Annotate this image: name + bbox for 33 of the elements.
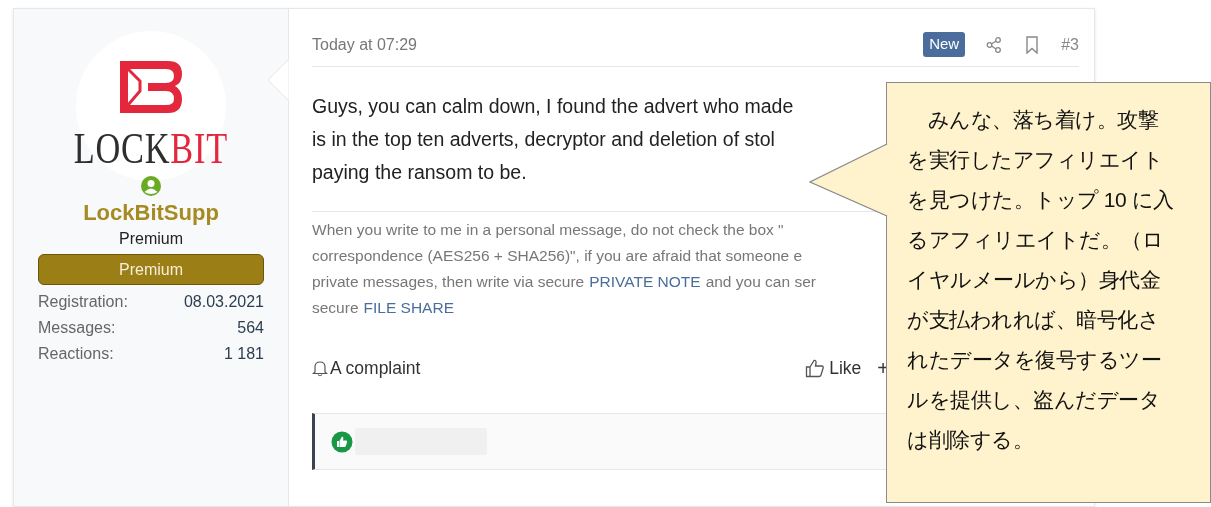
post-number-link[interactable]: #3 — [1061, 32, 1079, 57]
share-icon[interactable] — [985, 35, 1004, 54]
logo-text: BIT — [170, 127, 229, 171]
signature-text: secure — [312, 298, 359, 318]
post-text-line: is in the top ten adverts, decryptor and deletion of stol — [312, 127, 775, 152]
logo-icon — [118, 59, 184, 115]
stat-label: Registration: — [38, 292, 128, 312]
complaint-link[interactable]: A complaint — [312, 354, 421, 382]
post-time: Today at 07:29 — [312, 34, 417, 55]
callout-text: みんな、落ち着け。攻撃を実行したアフィリエイトを見つけた。トップ 10 に入るアフィリエイトだ。（ロイヤルメールから）身代金が支払われれば、暗号化されたデータを復号するツールを提供し、盗んだデータは削除する。 — [907, 107, 1175, 453]
signature-link[interactable]: FILE SHARE — [363, 295, 454, 321]
signature-text: private messages, then write via secure — [312, 272, 585, 292]
stat-value: 08.03.2021 — [183, 292, 264, 312]
bell-icon — [312, 359, 328, 377]
new-badge: New — [923, 32, 966, 57]
post-text-line: paying the ransom to be. — [312, 160, 527, 185]
signature-text: When you write to me in a personal message, do not check the box " — [312, 220, 784, 240]
user-banner: Premium — [38, 254, 264, 285]
username[interactable]: LockBitSupp — [83, 199, 219, 227]
post-text-line: Guys, you can calm down, I found the advert who made — [312, 94, 794, 119]
stat-value: 564 — [237, 318, 264, 338]
logo-text: LOCK — [73, 127, 171, 171]
signature-link[interactable]: PRIVATE NOTE — [589, 269, 701, 295]
like-button[interactable]: Like — [805, 354, 862, 382]
bookmark-icon[interactable] — [1025, 35, 1040, 54]
signature-text: and you can ser — [705, 272, 816, 292]
stat-value: 1 181 — [223, 344, 264, 364]
signature-text: correspondence (AES256 + SHA256)", if you are afraid that someone e — [312, 246, 803, 266]
like-reaction-icon — [331, 430, 353, 453]
stat-label: Messages: — [38, 318, 116, 338]
stat-label: Reactions: — [38, 344, 114, 364]
user-title: Premium — [119, 229, 183, 249]
thumbs-up-icon — [805, 358, 826, 378]
